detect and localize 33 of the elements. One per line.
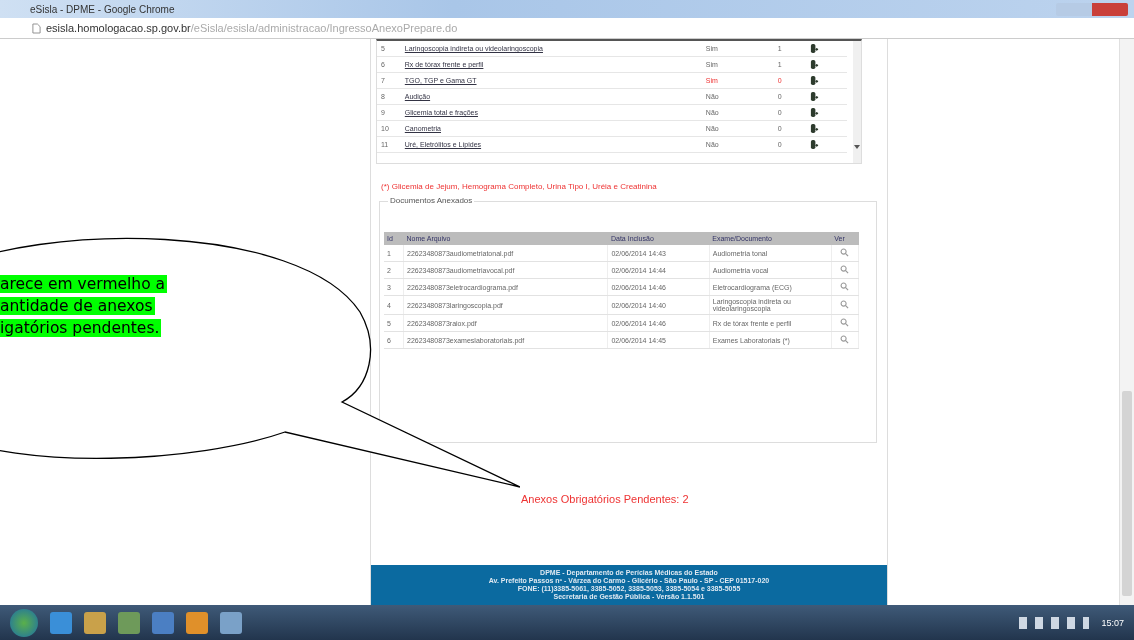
callout-text: arece em vermelho a antidade de anexos igatórios pendentes. (0, 274, 168, 339)
window-controls[interactable] (1056, 2, 1128, 16)
panel-legend: Documentos Anexados (388, 196, 475, 205)
scroll-down-icon[interactable] (854, 145, 860, 149)
attach-icon[interactable] (809, 58, 819, 70)
search-icon[interactable] (840, 248, 850, 257)
attach-icon[interactable] (809, 74, 819, 86)
search-icon[interactable] (840, 300, 850, 309)
taskbar-app-icon[interactable] (84, 611, 106, 634)
tray-icons[interactable] (1019, 616, 1090, 629)
scrollbar[interactable] (853, 41, 861, 163)
start-button[interactable] (10, 608, 38, 637)
window-title: eSisla - DPME - Google Chrome (30, 3, 176, 15)
search-icon[interactable] (840, 335, 850, 344)
search-icon[interactable] (840, 265, 850, 274)
taskbar-app-icon[interactable] (118, 611, 140, 634)
url-text[interactable]: esisla.homologacao.sp.gov.br/eSisla/esisla/administracao/IngressoAnexoPrepare.do (46, 22, 458, 34)
browser-icon[interactable] (50, 611, 72, 634)
attach-icon[interactable] (809, 42, 819, 54)
scrollbar[interactable] (1119, 39, 1134, 605)
clock: 15:07 (1101, 617, 1124, 628)
taskbar-app-icon[interactable] (220, 611, 242, 634)
pending-notice: Anexos Obrigatórios Pendentes: 2 (521, 493, 690, 505)
taskbar-app-icon[interactable] (152, 611, 174, 634)
footnote: (*) Glicemia de Jejum, Hemograma Completo, Urina Tipo I, Uréia e Creatinina (381, 182, 658, 191)
attach-icon[interactable] (809, 106, 819, 118)
page-icon (32, 22, 41, 34)
attach-icon[interactable] (809, 138, 819, 150)
search-icon[interactable] (840, 318, 850, 327)
attach-icon[interactable] (809, 122, 819, 134)
taskbar-app-icon[interactable] (186, 611, 208, 634)
search-icon[interactable] (840, 282, 850, 291)
attach-icon[interactable] (809, 90, 819, 102)
